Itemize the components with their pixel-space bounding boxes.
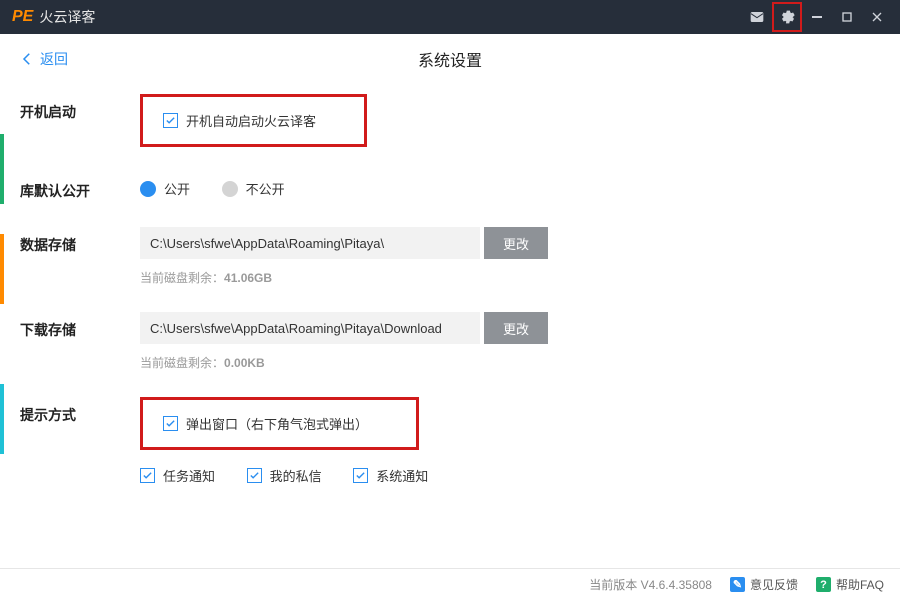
back-label: 返回 xyxy=(40,49,68,69)
change-download-path-button[interactable]: 更改 xyxy=(484,312,548,344)
disk-free-data: 当前磁盘剩余：41.06GB xyxy=(140,269,880,286)
radio-public-label: 公开 xyxy=(164,179,190,198)
feedback-icon: ✎ xyxy=(730,577,745,592)
label-notify: 提示方式 xyxy=(20,397,140,425)
check-icon xyxy=(140,468,155,483)
feedback-label: 意见反馈 xyxy=(750,576,798,593)
highlight-box-popup: 弹出窗口（右下角气泡式弹出） xyxy=(140,397,419,450)
label-download-storage: 下载存储 xyxy=(20,312,140,340)
checkbox-autostart[interactable]: 开机自动启动火云译客 xyxy=(163,111,316,130)
faq-link[interactable]: ? 帮助FAQ xyxy=(816,576,884,593)
disk-free-download: 当前磁盘剩余：0.00KB xyxy=(140,354,880,371)
checkbox-pm-notify[interactable]: 我的私信 xyxy=(247,466,322,485)
radio-public[interactable]: 公开 xyxy=(140,179,190,198)
checkbox-sys-notify[interactable]: 系统通知 xyxy=(353,466,428,485)
input-download-path[interactable] xyxy=(140,312,480,344)
faq-icon: ? xyxy=(816,577,831,592)
checkbox-popup[interactable]: 弹出窗口（右下角气泡式弹出） xyxy=(163,414,368,433)
maximize-icon[interactable] xyxy=(832,2,862,32)
radio-dot-unselected xyxy=(222,181,238,197)
label-data-storage: 数据存储 xyxy=(20,227,140,255)
back-button[interactable]: 返回 xyxy=(18,49,68,69)
page-header: 返回 系统设置 xyxy=(0,34,900,84)
change-data-path-button[interactable]: 更改 xyxy=(484,227,548,259)
radio-private-label: 不公开 xyxy=(246,179,285,198)
radio-private[interactable]: 不公开 xyxy=(222,179,285,198)
settings-gear-icon[interactable] xyxy=(772,2,802,32)
mail-icon[interactable] xyxy=(742,2,772,32)
check-icon xyxy=(163,416,178,431)
input-data-path[interactable] xyxy=(140,227,480,259)
radio-dot-selected xyxy=(140,181,156,197)
close-icon[interactable] xyxy=(862,2,892,32)
check-icon xyxy=(353,468,368,483)
feedback-link[interactable]: ✎ 意见反馈 xyxy=(730,576,798,593)
faq-label: 帮助FAQ xyxy=(836,576,884,593)
highlight-box-startup: 开机自动启动火云译客 xyxy=(140,94,367,147)
minimize-icon[interactable] xyxy=(802,2,832,32)
check-icon xyxy=(163,113,178,128)
checkbox-pm-label: 我的私信 xyxy=(270,466,322,485)
checkbox-sys-label: 系统通知 xyxy=(376,466,428,485)
label-library-public: 库默认公开 xyxy=(20,173,140,201)
app-logo: PE xyxy=(12,8,33,26)
footer: 当前版本 V4.6.4.35808 ✎ 意见反馈 ? 帮助FAQ xyxy=(0,568,900,600)
checkbox-task-notify[interactable]: 任务通知 xyxy=(140,466,215,485)
checkbox-popup-label: 弹出窗口（右下角气泡式弹出） xyxy=(186,414,368,433)
titlebar: PE 火云译客 xyxy=(0,0,900,34)
version-text: 当前版本 V4.6.4.35808 xyxy=(589,576,712,593)
page-title: 系统设置 xyxy=(418,47,482,71)
label-startup: 开机启动 xyxy=(20,94,140,122)
app-name: 火云译客 xyxy=(39,7,95,27)
checkbox-autostart-label: 开机自动启动火云译客 xyxy=(186,111,316,130)
check-icon xyxy=(247,468,262,483)
settings-content: 开机启动 开机自动启动火云译客 库默认公开 公开 不公开 数据存储 xyxy=(0,84,900,485)
side-stripe xyxy=(0,34,4,454)
checkbox-task-label: 任务通知 xyxy=(163,466,215,485)
